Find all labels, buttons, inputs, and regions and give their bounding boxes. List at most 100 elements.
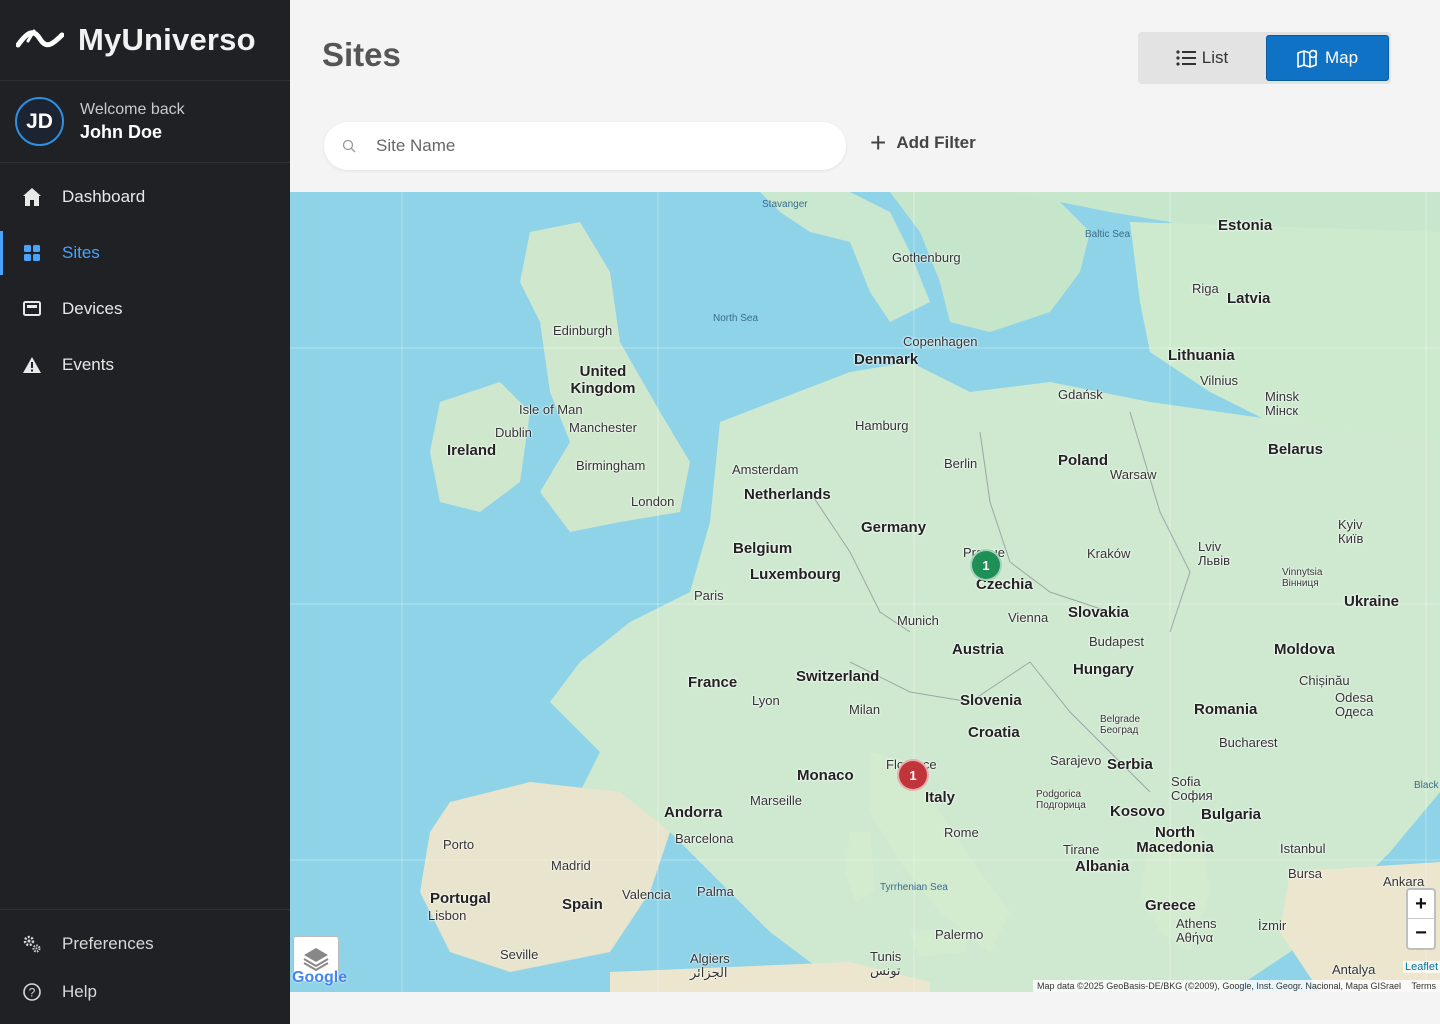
map-background [290, 192, 1440, 992]
map-label: Tirane [1063, 842, 1100, 857]
warning-icon [22, 355, 42, 375]
map-label: Podgorica Подгорица [1036, 789, 1086, 811]
search-input[interactable] [376, 136, 816, 156]
map-label: Kosovo [1110, 803, 1166, 820]
map-label: Latvia [1227, 290, 1271, 307]
map-label: Belgrade Београд [1100, 714, 1141, 736]
map-label: Germany [861, 519, 927, 536]
sidebar-item-preferences[interactable]: Preferences [0, 920, 290, 968]
map-label: Kyiv Київ [1338, 517, 1364, 546]
map-label: Austria [952, 641, 1004, 658]
map-label: Tunis تونس [870, 949, 902, 978]
map-label: Lyon [752, 693, 780, 708]
map-label: London [631, 494, 675, 509]
zoom-in-button[interactable]: + [1408, 890, 1434, 919]
zoom-control: + − [1406, 888, 1436, 950]
map-label: Riga [1192, 281, 1219, 296]
site-search[interactable] [324, 122, 846, 170]
map-label: Tyrrhenian Sea [880, 882, 948, 893]
map-label: Lithuania [1168, 347, 1235, 364]
map-label: France [688, 674, 738, 691]
map-label: Serbia [1107, 756, 1153, 773]
sidebar-item-sites[interactable]: Sites [0, 225, 290, 281]
map-label: Netherlands [744, 486, 831, 503]
map-label: Slovakia [1068, 604, 1129, 621]
list-icon [1176, 50, 1196, 66]
map-label: Vilnius [1200, 373, 1239, 388]
user-name: John Doe [80, 121, 163, 142]
map-label: Istanbul [1280, 841, 1326, 856]
site-cluster-marker[interactable]: 1 [970, 549, 1002, 581]
sidebar-item-label: Help [62, 982, 97, 1001]
map-label: Munich [897, 613, 939, 628]
map-label: Sofia София [1171, 774, 1213, 803]
sidebar-item-events[interactable]: Events [0, 337, 290, 393]
map-label: Berlin [944, 456, 978, 471]
map-label: Moldova [1274, 641, 1335, 658]
view-toggle: List Map [1138, 32, 1391, 84]
map-label: Barcelona [675, 831, 734, 846]
map-label: Antalya [1332, 962, 1376, 977]
list-view-label: List [1201, 48, 1229, 67]
map-label: Manchester [569, 420, 637, 435]
sidebar-item-help[interactable]: ? Help [0, 968, 290, 1016]
sidebar-item-label: Preferences [62, 934, 154, 953]
sidebar-item-devices[interactable]: Devices [0, 281, 290, 337]
sidebar-item-dashboard[interactable]: Dashboard [0, 169, 290, 225]
map-label: Italy [925, 789, 956, 806]
map-label: Vienna [1008, 610, 1049, 625]
list-view-button[interactable]: List [1140, 35, 1264, 81]
map-label: İzmir [1258, 918, 1287, 933]
map-label: Birmingham [576, 458, 646, 473]
help-icon: ? [22, 982, 42, 1002]
main-nav: Dashboard Sites Devices Events [0, 169, 290, 393]
map-label: North Sea [713, 313, 759, 324]
grid-icon [22, 243, 42, 263]
map-label: Algiers الجزائر [690, 951, 730, 980]
map-label: Denmark [854, 351, 919, 368]
map-icon [1297, 49, 1318, 68]
map-view[interactable]: Stavanger Baltic Sea North Sea Tyrrhenia… [290, 192, 1440, 992]
map-label: Poland [1058, 452, 1109, 469]
map-label: Andorra [664, 804, 723, 821]
site-cluster-marker[interactable]: 1 [897, 759, 929, 791]
map-view-label: Map [1324, 48, 1359, 67]
page-title: Sites [322, 36, 401, 73]
add-filter-button[interactable]: + Add Filter [870, 127, 976, 158]
google-logo: Google [292, 969, 348, 986]
map-label: Lviv Львів [1198, 539, 1231, 568]
add-filter-label: Add Filter [896, 133, 976, 152]
map-label: Ankara [1383, 874, 1425, 889]
plus-icon: + [870, 127, 887, 158]
zoom-out-button[interactable]: − [1408, 919, 1434, 948]
user-profile[interactable]: JD Welcome back John Doe [0, 81, 290, 163]
terms-link[interactable]: Terms [1412, 981, 1437, 991]
map-label: Bulgaria [1201, 806, 1262, 823]
map-label: Sarajevo [1050, 753, 1102, 768]
map-label: Budapest [1089, 634, 1144, 649]
map-label: Madrid [551, 858, 591, 873]
brand[interactable]: MyUniverso [0, 0, 290, 81]
map-label: Baltic Sea [1085, 229, 1131, 240]
map-label: Marseille [750, 793, 803, 808]
map-label: Belarus [1268, 441, 1324, 458]
map-label: Odesa Одеса [1335, 690, 1374, 719]
search-icon [342, 139, 356, 153]
map-label: Slovenia [960, 692, 1022, 709]
leaflet-link[interactable]: Leaflet [1402, 961, 1440, 973]
map-label: Lisbon [428, 908, 467, 923]
map-label: Albania [1075, 858, 1130, 875]
main-content: Sites List Map + Add Filter [290, 0, 1440, 1024]
map-view-button[interactable]: Map [1266, 35, 1389, 81]
map-label: Greece [1145, 897, 1196, 914]
map-label: Seville [500, 947, 539, 962]
map-label: Romania [1194, 701, 1258, 718]
sidebar-item-label: Sites [62, 243, 100, 262]
brand-name: MyUniverso [78, 22, 256, 57]
map-label: Athens Αθήνα [1176, 916, 1217, 945]
sidebar-item-label: Events [62, 355, 114, 374]
map-label: Croatia [968, 724, 1020, 741]
sidebar-item-label: Devices [62, 299, 123, 318]
gears-icon [22, 934, 42, 954]
map-label: Valencia [622, 887, 671, 902]
